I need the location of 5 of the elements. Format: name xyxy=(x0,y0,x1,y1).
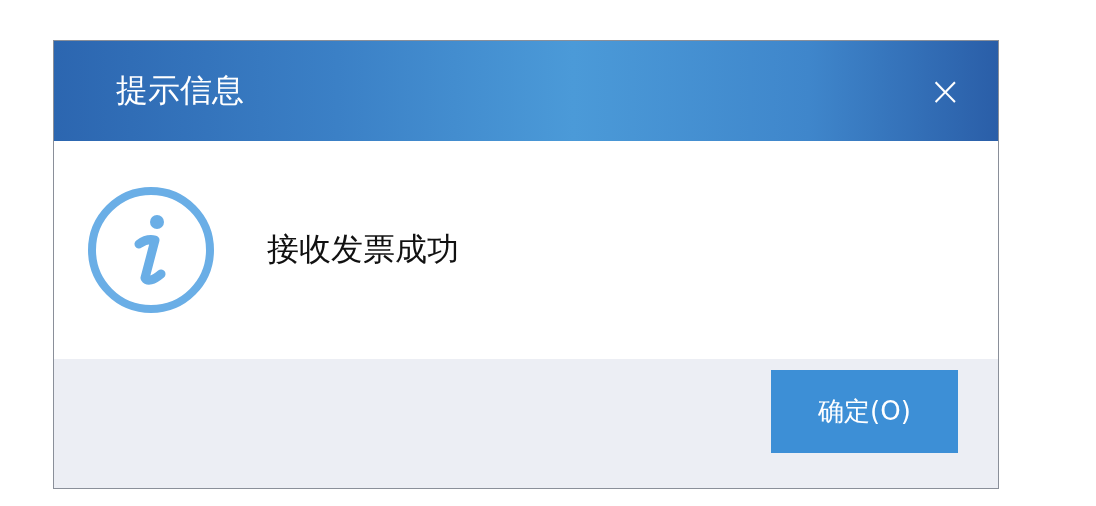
ok-button[interactable]: 确定(O) xyxy=(771,370,958,453)
info-icon xyxy=(87,186,215,314)
close-button[interactable]: × xyxy=(928,71,962,111)
dialog-title: 提示信息 xyxy=(116,70,244,111)
message-text: 接收发票成功 xyxy=(267,229,459,270)
